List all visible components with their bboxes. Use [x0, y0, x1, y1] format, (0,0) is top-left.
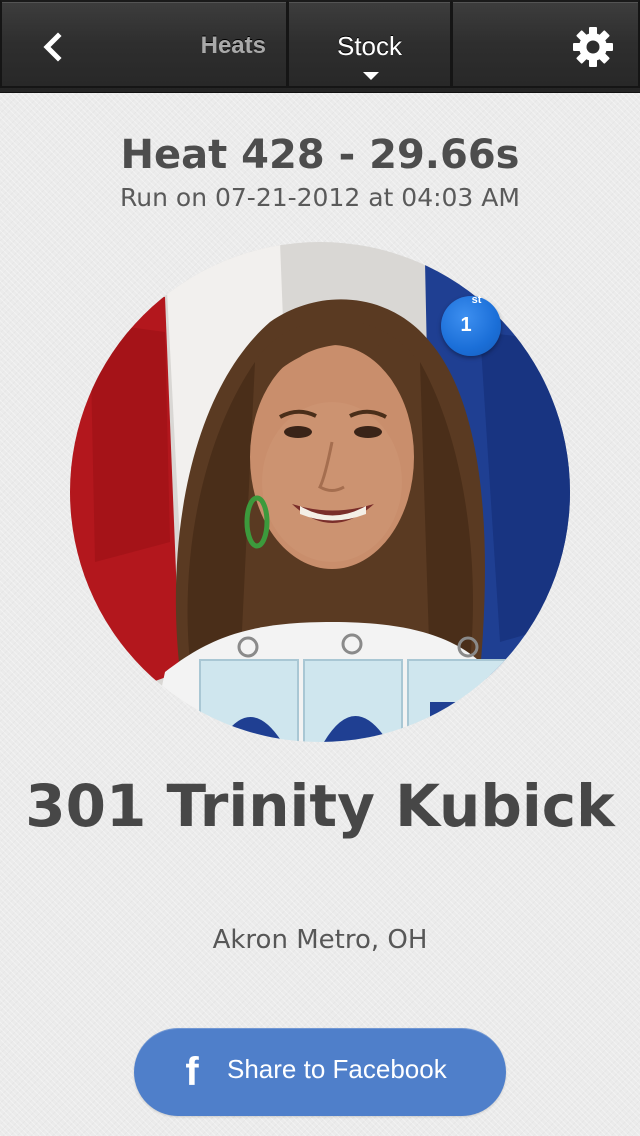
caret-down-icon — [363, 72, 379, 80]
nav-bar: Heats Stock — [0, 0, 640, 92]
class-selector-button[interactable]: Stock — [287, 0, 452, 88]
heat-title: Heat 428 - 29.66s — [120, 132, 520, 178]
share-to-facebook-button[interactable]: f Share to Facebook — [134, 1028, 506, 1116]
share-button-label: Share to Facebook — [227, 1054, 447, 1084]
heat-run-datetime: Run on 07-21-2012 at 04:03 AM — [120, 183, 520, 212]
racer-location: Akron Metro, OH — [212, 925, 428, 955]
class-selector-label: Stock — [336, 31, 403, 61]
back-label-heats: Heats — [200, 32, 266, 59]
back-button[interactable]: Heats — [0, 0, 288, 88]
place-badge: 1 st — [441, 294, 501, 356]
gear-icon — [573, 27, 613, 67]
place-suffix: st — [471, 294, 482, 306]
racer-name: 301 Trinity Kubick — [25, 772, 615, 840]
place-number: 1 — [460, 314, 472, 336]
facebook-icon: f — [185, 1050, 199, 1094]
chevron-left-icon — [43, 32, 62, 62]
settings-button[interactable] — [451, 0, 640, 88]
